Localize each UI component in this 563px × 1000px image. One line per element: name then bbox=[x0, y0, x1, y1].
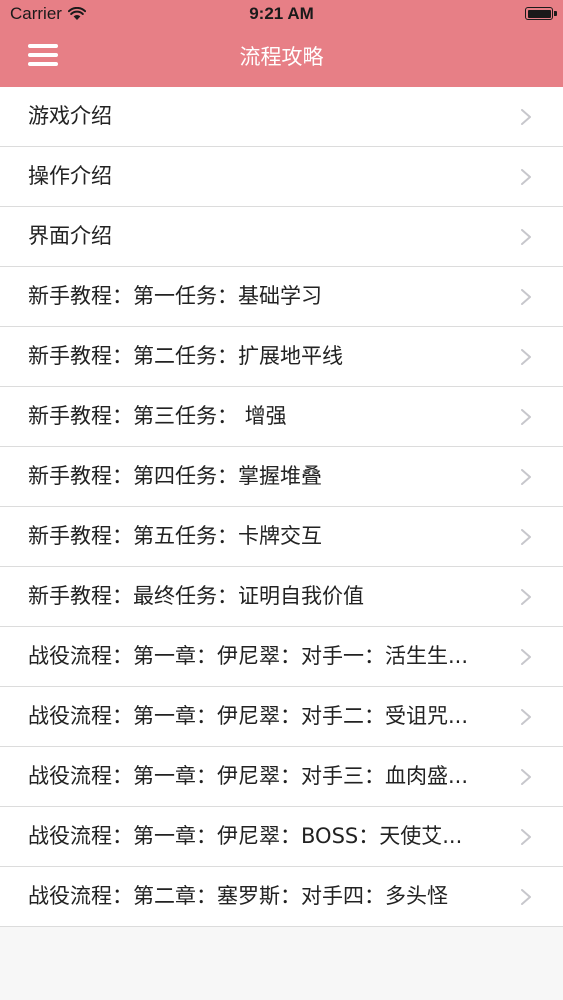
chevron-right-icon bbox=[521, 469, 531, 485]
chevron-right-icon bbox=[521, 649, 531, 665]
list-item[interactable]: 新手教程：第三任务： 增强 bbox=[0, 387, 563, 447]
list-item[interactable]: 界面介绍 bbox=[0, 207, 563, 267]
list-item-label: 操作介绍 bbox=[28, 164, 112, 188]
list-item[interactable]: 战役流程：第一章：伊尼翠：BOSS：天使艾... bbox=[0, 807, 563, 867]
chevron-right-icon bbox=[521, 709, 531, 725]
status-time: 9:21 AM bbox=[249, 4, 314, 23]
list-item-label: 战役流程：第一章：伊尼翠：BOSS：天使艾... bbox=[28, 824, 463, 848]
list-item-label: 战役流程：第一章：伊尼翠：对手二：受诅咒... bbox=[28, 704, 469, 728]
list-item[interactable]: 战役流程：第二章：塞罗斯：对手四：多头怪 bbox=[0, 867, 563, 927]
list-item[interactable]: 新手教程：第一任务：基础学习 bbox=[0, 267, 563, 327]
list-item[interactable]: 新手教程：第二任务：扩展地平线 bbox=[0, 327, 563, 387]
list-item-label: 战役流程：第一章：伊尼翠：对手一：活生生... bbox=[28, 644, 469, 668]
list-item[interactable]: 战役流程：第一章：伊尼翠：对手三：血肉盛... bbox=[0, 747, 563, 807]
battery-icon bbox=[525, 7, 557, 20]
list-item-label: 新手教程：第二任务：扩展地平线 bbox=[28, 344, 343, 368]
chevron-right-icon bbox=[521, 229, 531, 245]
page-title: 流程攻略 bbox=[239, 45, 324, 69]
list-item[interactable]: 游戏介绍 bbox=[0, 87, 563, 147]
list-item-label: 界面介绍 bbox=[28, 224, 112, 248]
chevron-right-icon bbox=[521, 589, 531, 605]
chevron-right-icon bbox=[521, 169, 531, 185]
chevron-right-icon bbox=[521, 829, 531, 845]
list-item-label: 新手教程：第五任务：卡牌交互 bbox=[28, 524, 322, 548]
chevron-right-icon bbox=[521, 769, 531, 785]
list-item-label: 新手教程：第四任务：掌握堆叠 bbox=[28, 464, 322, 488]
list-item[interactable]: 战役流程：第一章：伊尼翠：对手二：受诅咒... bbox=[0, 687, 563, 747]
list-item-label: 战役流程：第一章：伊尼翠：对手三：血肉盛... bbox=[28, 764, 469, 788]
list-item[interactable]: 战役流程：第一章：伊尼翠：对手一：活生生... bbox=[0, 627, 563, 687]
list-item[interactable]: 新手教程：第五任务：卡牌交互 bbox=[0, 507, 563, 567]
chevron-right-icon bbox=[521, 289, 531, 305]
chevron-right-icon bbox=[521, 109, 531, 125]
chevron-right-icon bbox=[521, 529, 531, 545]
status-bar: Carrier 9:21 AM bbox=[0, 0, 563, 28]
list-item-label: 新手教程：最终任务：证明自我价值 bbox=[28, 584, 364, 608]
chevron-right-icon bbox=[521, 349, 531, 365]
list-item[interactable]: 新手教程：第四任务：掌握堆叠 bbox=[0, 447, 563, 507]
chevron-right-icon bbox=[521, 889, 531, 905]
chevron-right-icon bbox=[521, 409, 531, 425]
list-item-label: 新手教程：第一任务：基础学习 bbox=[28, 284, 322, 308]
navigation-header: Carrier 9:21 AM 流程攻略 bbox=[0, 0, 563, 87]
list-item-label: 新手教程：第三任务： 增强 bbox=[28, 404, 287, 428]
list-item-label: 游戏介绍 bbox=[28, 104, 112, 128]
list-item-label: 战役流程：第二章：塞罗斯：对手四：多头怪 bbox=[28, 884, 448, 908]
list-item[interactable]: 新手教程：最终任务：证明自我价值 bbox=[0, 567, 563, 627]
guide-list: 游戏介绍 操作介绍 界面介绍 新手教程：第一任务：基础学习 新手教程：第二任务：… bbox=[0, 87, 563, 927]
list-item[interactable]: 操作介绍 bbox=[0, 147, 563, 207]
